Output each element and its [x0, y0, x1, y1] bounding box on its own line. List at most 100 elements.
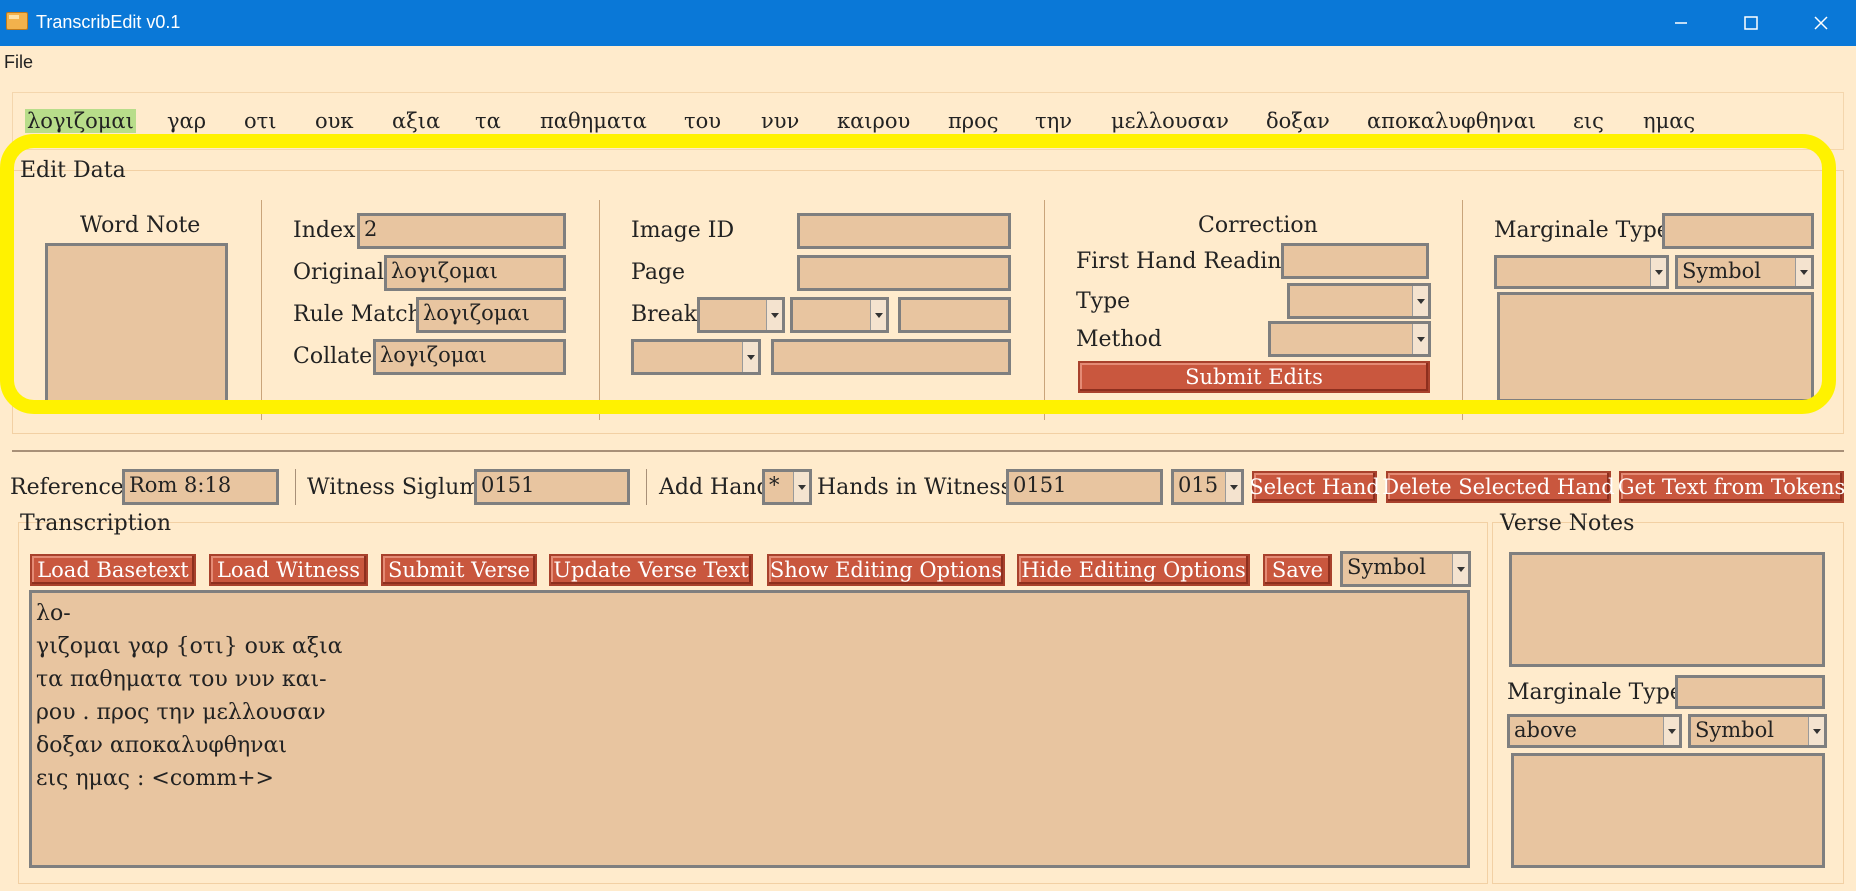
rule-match-label: Rule Match	[293, 302, 422, 327]
token[interactable]: καιρου	[837, 109, 910, 133]
first-hand-label: First Hand Reading	[1076, 249, 1296, 274]
token[interactable]: παθηματα	[540, 109, 647, 133]
original-label: Original	[293, 260, 385, 285]
token[interactable]: εις	[1573, 109, 1604, 133]
chevron-down-icon	[793, 472, 809, 502]
marginale-symbol-value: Symbol	[1682, 259, 1761, 283]
token[interactable]: προς	[948, 109, 999, 133]
first-hand-field[interactable]	[1281, 243, 1429, 279]
load-witness-button[interactable]: Load Witness	[209, 554, 368, 586]
submit-edits-button[interactable]: Submit Edits	[1078, 361, 1430, 393]
break-subtype-select[interactable]	[790, 297, 889, 333]
section-divider	[12, 450, 1844, 452]
verse-marginale-symbol-select[interactable]: Symbol	[1688, 714, 1827, 748]
add-hand-select[interactable]: *	[762, 469, 812, 505]
transcription-textarea[interactable]: λο- γιζομαι γαρ {οτι} ουκ αξια τα παθημα…	[29, 590, 1470, 868]
delete-selected-hand-button[interactable]: Delete Selected Hand	[1382, 471, 1615, 503]
correction-label: Correction	[1198, 213, 1318, 238]
update-verse-text-button[interactable]: Update Verse Text	[549, 554, 753, 586]
menu-file[interactable]: File	[4, 52, 33, 73]
hands-in-witness-label: Hands in Witness:	[817, 475, 1020, 500]
token[interactable]: νυν	[761, 109, 799, 133]
token[interactable]: οτι	[244, 109, 277, 133]
token[interactable]: μελλουσαν	[1111, 109, 1229, 133]
index-field[interactable]: 2	[357, 213, 566, 249]
load-basetext-button[interactable]: Load Basetext	[30, 554, 196, 586]
folder-icon	[6, 12, 28, 30]
token[interactable]: την	[1035, 109, 1072, 133]
window-title: TranscribEdit v0.1	[36, 12, 181, 32]
witness-siglum-field[interactable]: 0151	[474, 469, 630, 505]
minimize-icon[interactable]	[1646, 0, 1716, 46]
break-label: Break	[631, 302, 698, 327]
chevron-down-icon	[1808, 717, 1824, 745]
show-editing-options-button[interactable]: Show Editing Options	[767, 554, 1005, 586]
maximize-icon[interactable]	[1716, 0, 1786, 46]
transcription-legend: Transcription	[20, 511, 172, 536]
chevron-down-icon	[1412, 286, 1428, 316]
marginale-symbol-select[interactable]: Symbol	[1675, 255, 1814, 289]
verse-marginale-position-value: above	[1514, 718, 1577, 742]
token[interactable]: αξια	[392, 109, 440, 133]
save-button[interactable]: Save	[1263, 554, 1332, 586]
token[interactable]: αποκαλυφθηναι	[1367, 109, 1536, 133]
submit-verse-button[interactable]: Submit Verse	[381, 554, 537, 586]
break-value-field[interactable]	[898, 297, 1011, 333]
add-hand-value: *	[769, 473, 780, 497]
marginale-textarea[interactable]	[1497, 292, 1814, 402]
get-text-from-tokens-button[interactable]: Get Text from Tokens	[1618, 471, 1845, 503]
hide-editing-options-button[interactable]: Hide Editing Options	[1017, 554, 1250, 586]
image-id-label: Image ID	[631, 218, 735, 243]
divider	[599, 200, 600, 420]
reference-field[interactable]: Rom 8:18	[122, 469, 279, 505]
break-type-select[interactable]	[697, 297, 785, 333]
chevron-down-icon	[742, 342, 758, 372]
transcription-line: δοξαν αποκαλυφθηναι	[36, 733, 288, 758]
break-note-field[interactable]	[771, 339, 1011, 375]
marginale-type-field[interactable]	[1662, 213, 1814, 249]
rule-match-field[interactable]: λογιζομαι	[416, 297, 566, 333]
divider	[646, 469, 647, 505]
token[interactable]: δοξαν	[1266, 109, 1330, 133]
title-bar: TranscribEdit v0.1	[0, 0, 1856, 46]
type-label: Type	[1076, 289, 1131, 314]
chevron-down-icon	[1412, 324, 1428, 354]
hands-in-witness-field[interactable]: 0151	[1006, 469, 1163, 505]
image-id-field[interactable]	[797, 213, 1011, 249]
transcription-symbol-select[interactable]: Symbol	[1340, 551, 1471, 587]
witness-siglum-label: Witness Siglum	[307, 475, 481, 500]
transcription-line: εις ημας : <comm+>	[36, 766, 274, 791]
token[interactable]: λογιζομαι	[25, 109, 136, 133]
edit-data-legend: Edit Data	[20, 158, 126, 183]
verse-notes-textarea[interactable]	[1509, 552, 1825, 667]
close-icon[interactable]	[1786, 0, 1856, 46]
token-strip: λογιζομαι γαρ οτι ουκ αξια τα παθηματα τ…	[12, 92, 1844, 150]
verse-marginale-type-field[interactable]	[1675, 675, 1825, 709]
token[interactable]: τα	[475, 109, 501, 133]
token[interactable]: ημας	[1643, 109, 1695, 133]
transcription-line: ρου . προς την μελλουσαν	[36, 700, 326, 725]
hands-select[interactable]: 015	[1171, 469, 1244, 505]
break-option-select[interactable]	[631, 339, 761, 375]
transcription-symbol-value: Symbol	[1347, 555, 1426, 579]
method-label: Method	[1076, 327, 1162, 352]
token[interactable]: ουκ	[315, 109, 354, 133]
correction-type-select[interactable]	[1287, 283, 1431, 319]
marginale-position-select[interactable]	[1494, 255, 1669, 289]
token[interactable]: γαρ	[167, 109, 206, 133]
chevron-down-icon	[1663, 717, 1679, 745]
collate-field[interactable]: λογιζομαι	[373, 339, 566, 375]
select-hand-button[interactable]: Select Hand	[1249, 471, 1380, 503]
transcription-line: τα παθηματα του νυν και-	[36, 667, 327, 692]
reference-label: Reference	[10, 475, 124, 500]
correction-method-select[interactable]	[1268, 321, 1431, 357]
verse-marginale-textarea[interactable]	[1511, 753, 1825, 868]
chevron-down-icon	[1650, 258, 1666, 286]
divider	[295, 469, 296, 505]
page-field[interactable]	[797, 255, 1011, 291]
original-field[interactable]: λογιζομαι	[384, 255, 566, 291]
token[interactable]: του	[684, 109, 721, 133]
verse-notes-legend: Verse Notes	[1500, 511, 1635, 536]
word-note-textarea[interactable]	[45, 243, 228, 413]
verse-marginale-position-select[interactable]: above	[1507, 714, 1682, 748]
